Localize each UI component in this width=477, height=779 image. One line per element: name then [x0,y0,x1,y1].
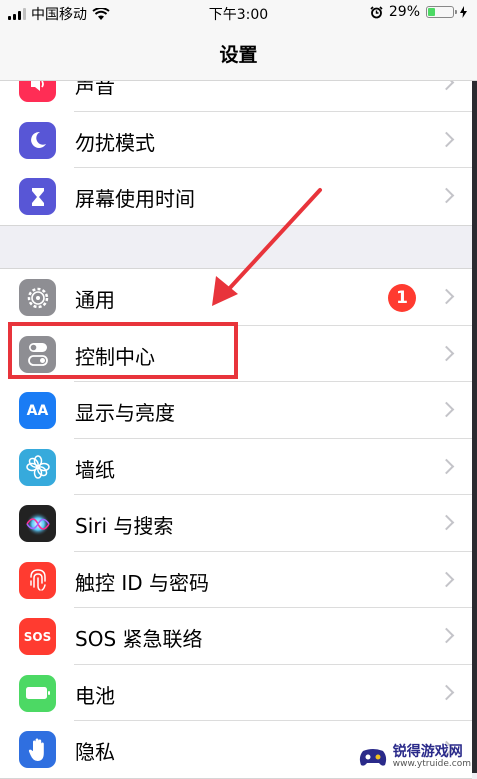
annotation-arrow [212,188,322,306]
watermark-name: 锐得游戏网 [392,744,463,760]
gamepad-logo-icon [359,749,386,766]
watermark: 锐得游戏网 www.ytruide.com [357,745,471,769]
watermark-url: www.ytruide.com [392,759,471,769]
